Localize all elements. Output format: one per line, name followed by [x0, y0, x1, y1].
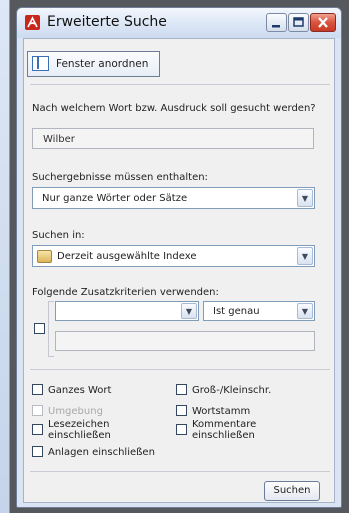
- acrobat-icon: [25, 15, 40, 30]
- background-window-edge: [0, 0, 10, 513]
- stemming-label: Wortstamm: [192, 406, 251, 417]
- criteria-operator-selected: Ist genau: [213, 306, 260, 317]
- chevron-down-icon[interactable]: ▼: [297, 303, 313, 319]
- background-edge: [342, 0, 349, 513]
- advanced-search-window: Erweiterte Suche Fenster anordnen Nach w…: [16, 7, 342, 508]
- criteria-bracket: [48, 301, 54, 357]
- criteria-label: Folgende Zusatzkriterien verwenden:: [32, 287, 219, 298]
- arrange-windows-button[interactable]: Fenster anordnen: [27, 51, 160, 77]
- results-label: Suchergebnisse müssen enthalten:: [32, 172, 208, 183]
- case-sensitive-checkbox[interactable]: [176, 384, 187, 395]
- search-question-label: Nach welchem Wort bzw. Ausdruck soll ges…: [32, 103, 316, 114]
- arrange-windows-label: Fenster anordnen: [56, 58, 149, 70]
- bookmarks-checkbox[interactable]: [32, 424, 43, 435]
- proximity-checkbox: [32, 405, 43, 416]
- dialog-body: Fenster anordnen Nach welchem Wort bzw. …: [23, 38, 335, 503]
- comments-checkbox[interactable]: [176, 424, 187, 435]
- close-icon: [318, 17, 328, 28]
- scope-dropdown[interactable]: Derzeit ausgewählte Indexe ▼: [32, 245, 315, 267]
- criteria-operator-dropdown[interactable]: Ist genau ▼: [203, 301, 315, 321]
- folder-icon: [37, 250, 52, 263]
- divider: [30, 471, 330, 472]
- whole-word-label: Ganzes Wort: [48, 385, 112, 396]
- chevron-down-icon[interactable]: ▼: [297, 247, 313, 265]
- close-button[interactable]: [310, 13, 336, 32]
- attachments-label: Anlagen einschließen: [48, 447, 155, 458]
- search-button[interactable]: Suchen: [264, 481, 320, 501]
- window-title: Erweiterte Suche: [47, 14, 167, 30]
- title-bar[interactable]: Erweiterte Suche: [17, 8, 341, 38]
- whole-word-checkbox[interactable]: [32, 384, 43, 395]
- comments-label: Kommentare einschließen: [192, 419, 257, 438]
- case-sensitive-label: Groß-/Kleinschr.: [192, 385, 272, 396]
- minimize-button[interactable]: [266, 13, 287, 32]
- stemming-checkbox[interactable]: [176, 405, 187, 416]
- scope-label: Suchen in:: [32, 230, 85, 241]
- scope-selected: Derzeit ausgewählte Indexe: [57, 251, 197, 262]
- attachments-checkbox[interactable]: [32, 446, 43, 457]
- divider: [30, 84, 330, 85]
- search-term-field[interactable]: Wilber: [32, 128, 314, 149]
- criteria-value-field[interactable]: [55, 331, 315, 351]
- minimize-icon: [272, 25, 280, 28]
- maximize-button[interactable]: [288, 13, 309, 32]
- chevron-down-icon[interactable]: ▼: [181, 303, 197, 319]
- bookmarks-label: Lesezeichen einschließen: [48, 419, 111, 438]
- maximize-icon: [293, 17, 304, 27]
- results-selected: Nur ganze Wörter oder Sätze: [42, 193, 188, 204]
- divider: [30, 369, 330, 370]
- chevron-down-icon[interactable]: ▼: [297, 189, 313, 207]
- proximity-label: Umgebung: [48, 406, 103, 417]
- criteria-field-dropdown[interactable]: ▼: [55, 301, 199, 321]
- results-dropdown[interactable]: Nur ganze Wörter oder Sätze ▼: [32, 187, 315, 209]
- criteria-checkbox[interactable]: [34, 323, 45, 334]
- window-layout-icon: [32, 56, 49, 71]
